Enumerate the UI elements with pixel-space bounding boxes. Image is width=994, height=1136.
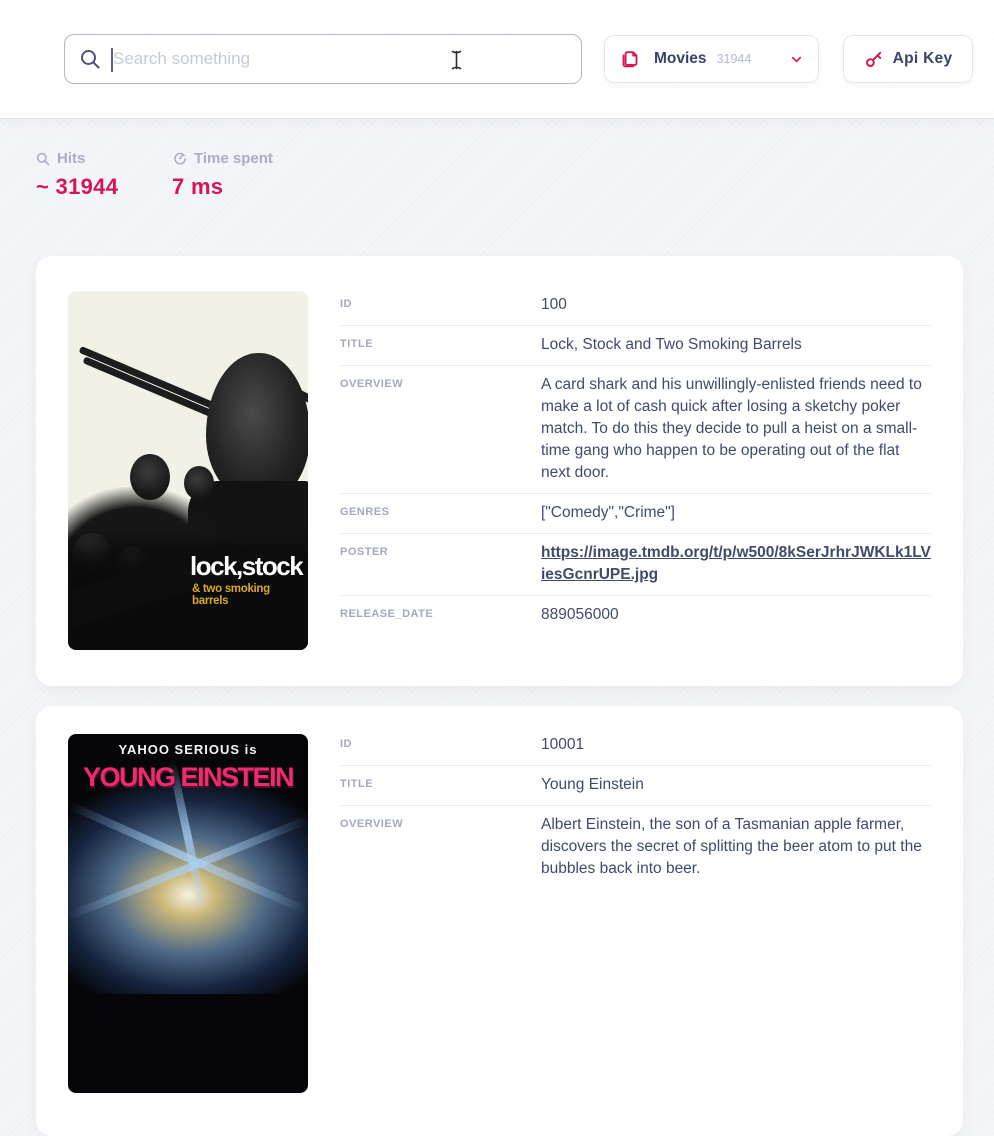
api-key-label: Api Key bbox=[893, 50, 953, 68]
field-value: Young Einstein bbox=[541, 774, 931, 796]
field-row-genres: GENRES ["Comedy","Crime"] bbox=[340, 494, 931, 534]
movie-poster-young-einstein: YAHOO SERIOUS is YOUNG EINSTEIN bbox=[68, 734, 308, 1093]
field-label: TITLE bbox=[340, 774, 541, 796]
field-row-overview: OVERVIEW A card shark and his unwillingl… bbox=[340, 366, 931, 494]
search-box[interactable] bbox=[64, 34, 582, 84]
index-name: Movies bbox=[654, 50, 707, 68]
search-icon bbox=[79, 48, 101, 70]
field-value: A card shark and his unwillingly-enliste… bbox=[541, 374, 931, 484]
field-label: OVERVIEW bbox=[340, 814, 541, 880]
document-fields: ID 100 TITLE Lock, Stock and Two Smoking… bbox=[340, 286, 931, 635]
poster-title-text: YOUNG EINSTEIN bbox=[68, 762, 308, 793]
field-value: Albert Einstein, the son of a Tasmanian … bbox=[541, 814, 931, 880]
index-selector-dropdown[interactable]: Movies 31944 bbox=[604, 35, 819, 83]
field-value: 889056000 bbox=[541, 604, 931, 626]
field-row-overview: OVERVIEW Albert Einstein, the son of a T… bbox=[340, 806, 931, 889]
field-row-release-date: RELEASE_DATE 889056000 bbox=[340, 596, 931, 635]
text-caret bbox=[111, 48, 113, 72]
field-value: ["Comedy","Crime"] bbox=[541, 502, 931, 524]
field-row-title: TITLE Lock, Stock and Two Smoking Barrel… bbox=[340, 326, 931, 366]
poster-billing-text: YAHOO SERIOUS is bbox=[68, 742, 308, 757]
search-stats: Hits ~ 31944 Time spent 7 ms bbox=[36, 150, 273, 200]
field-row-id: ID 10001 bbox=[340, 726, 931, 766]
field-row-id: ID 100 bbox=[340, 286, 931, 326]
field-label: POSTER bbox=[340, 542, 541, 586]
chevron-down-icon bbox=[789, 52, 804, 67]
field-row-poster-url: POSTER https://image.tmdb.org/t/p/w500/8… bbox=[340, 534, 931, 596]
index-document-count: 31944 bbox=[717, 52, 752, 66]
result-card-young-einstein: YAHOO SERIOUS is YOUNG EINSTEIN ID 10001… bbox=[36, 706, 963, 1136]
search-input[interactable] bbox=[111, 48, 567, 70]
poster-subtitle-text: & two smoking barrels bbox=[192, 583, 308, 607]
key-icon bbox=[864, 49, 884, 69]
ibeam-mouse-cursor bbox=[450, 50, 463, 70]
poster-title-text: lock,stock bbox=[190, 553, 302, 579]
hits-value: ~ 31944 bbox=[36, 174, 126, 200]
stopwatch-icon bbox=[172, 151, 187, 166]
field-label: ID bbox=[340, 294, 541, 316]
hits-magnifier-icon bbox=[36, 152, 50, 166]
poster-gun-barrel bbox=[79, 346, 220, 411]
poster-gun-barrel bbox=[83, 356, 222, 420]
field-value: 100 bbox=[541, 294, 931, 316]
field-label: ID bbox=[340, 734, 541, 756]
field-label: RELEASE_DATE bbox=[340, 604, 541, 626]
documents-icon bbox=[619, 49, 640, 70]
movie-poster-lock-stock: lock,stock & two smoking barrels bbox=[68, 291, 308, 650]
time-spent-label: Time spent bbox=[194, 150, 273, 167]
field-value: 10001 bbox=[541, 734, 931, 756]
field-label: TITLE bbox=[340, 334, 541, 356]
field-label: GENRES bbox=[340, 502, 541, 524]
result-card-lock-stock: lock,stock & two smoking barrels ID 100 … bbox=[36, 256, 963, 686]
hits-stat: Hits ~ 31944 bbox=[36, 150, 126, 200]
document-fields: ID 10001 TITLE Young Einstein OVERVIEW A… bbox=[340, 726, 931, 889]
poster-explosion bbox=[68, 774, 308, 994]
field-row-title: TITLE Young Einstein bbox=[340, 766, 931, 806]
hits-label: Hits bbox=[57, 150, 85, 167]
header-bar: Movies 31944 Api Key bbox=[0, 0, 994, 119]
field-label: OVERVIEW bbox=[340, 374, 541, 484]
field-value: Lock, Stock and Two Smoking Barrels bbox=[541, 334, 931, 356]
time-spent-stat: Time spent 7 ms bbox=[172, 150, 273, 200]
time-spent-value: 7 ms bbox=[172, 174, 273, 200]
poster-url-link[interactable]: https://image.tmdb.org/t/p/w500/8kSerJrh… bbox=[541, 542, 931, 586]
api-key-button[interactable]: Api Key bbox=[843, 35, 973, 83]
